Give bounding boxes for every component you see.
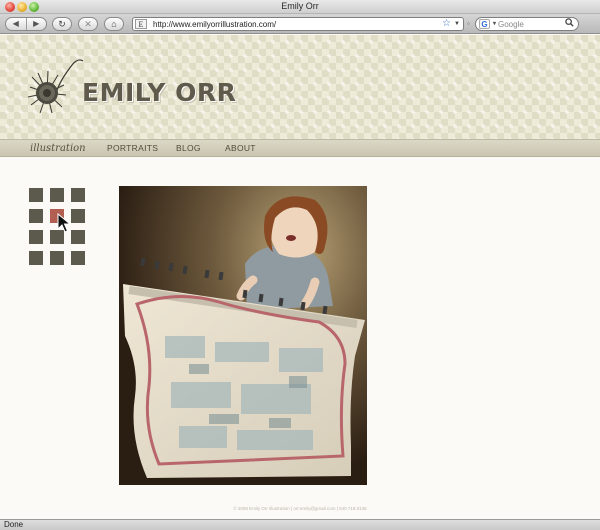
bookmark-star-icon[interactable]: ☆ xyxy=(442,18,451,30)
browser-toolbar: ◀ ▶ ↻ ✕ ⌂ E http://www.emilyorrillustrat… xyxy=(0,14,600,34)
feed-icon[interactable]: ◦ xyxy=(467,19,470,28)
site-nav: illustration PORTRAITS BLOG ABOUT xyxy=(0,139,600,157)
stop-button[interactable]: ✕ xyxy=(78,17,98,31)
site-footer: © 2008 Emily Orr Illustration | orr.emil… xyxy=(233,506,367,511)
forward-button[interactable]: ▶ xyxy=(27,18,47,30)
address-bar-url[interactable]: http://www.emilyorrillustration.com/ xyxy=(153,19,276,30)
search-engine-icon[interactable]: G xyxy=(479,19,496,29)
site-header: EMILY ORR xyxy=(0,35,600,139)
web-page: EMILY ORR illustration PORTRAITS BLOG AB… xyxy=(0,35,600,519)
gallery-thumbnail[interactable] xyxy=(29,230,43,244)
gallery-thumbnail[interactable] xyxy=(71,209,85,223)
site-favicon-icon: E xyxy=(135,19,147,29)
gallery-thumbnail[interactable] xyxy=(71,230,85,244)
browser-statusbar: Done xyxy=(0,519,600,530)
thistle-logo-icon[interactable] xyxy=(26,55,84,117)
search-box[interactable]: G Google xyxy=(475,17,579,31)
address-bar[interactable]: E http://www.emilyorrillustration.com/ ☆… xyxy=(132,17,464,31)
home-button[interactable]: ⌂ xyxy=(104,17,124,31)
search-input[interactable]: Google xyxy=(498,19,524,30)
reload-button[interactable]: ↻ xyxy=(52,17,72,31)
window-title: Emily Orr xyxy=(281,1,319,11)
gallery-thumbnail[interactable] xyxy=(71,188,85,202)
gallery-thumbnail[interactable] xyxy=(29,251,43,265)
window-titlebar: Emily Orr xyxy=(0,0,600,14)
gallery-thumbnail[interactable] xyxy=(29,188,43,202)
status-text: Done xyxy=(4,520,24,529)
featured-illustration[interactable] xyxy=(119,186,367,485)
gallery-thumbnail[interactable] xyxy=(50,251,64,265)
nav-portraits-link[interactable]: PORTRAITS xyxy=(107,142,158,155)
back-forward-group: ◀ ▶ xyxy=(5,17,47,31)
nav-blog-link[interactable]: BLOG xyxy=(176,142,201,155)
gallery-thumbnail[interactable] xyxy=(29,209,43,223)
nav-illustration-link[interactable]: illustration xyxy=(30,141,86,156)
search-magnifier-icon[interactable] xyxy=(565,18,574,30)
gallery-thumbnail[interactable] xyxy=(71,251,85,265)
nav-about-link[interactable]: ABOUT xyxy=(225,142,256,155)
url-history-dropdown-icon[interactable]: ▼ xyxy=(454,19,460,30)
mouse-pointer-icon xyxy=(57,213,71,233)
gallery-thumbnail[interactable] xyxy=(50,188,64,202)
site-title[interactable]: EMILY ORR xyxy=(82,78,236,107)
back-button[interactable]: ◀ xyxy=(6,18,27,30)
